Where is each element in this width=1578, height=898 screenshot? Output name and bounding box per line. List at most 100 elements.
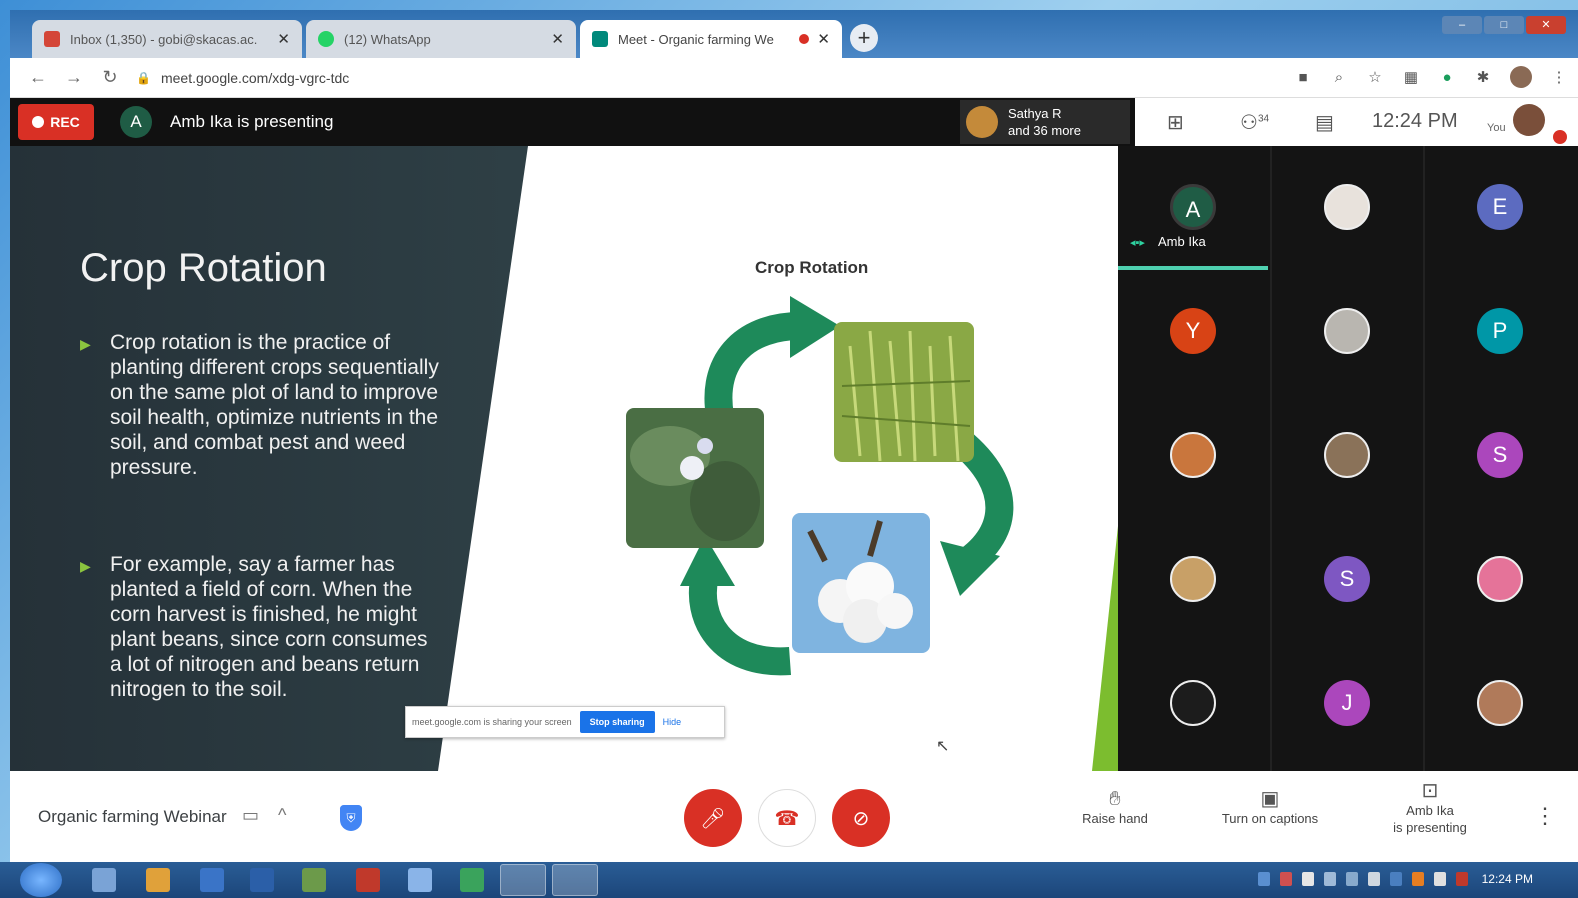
word-icon[interactable] (250, 868, 274, 892)
participant-tile[interactable] (1272, 146, 1422, 270)
minimize-button[interactable]: – (1442, 16, 1482, 34)
chat-icon[interactable]: ▤ (1315, 110, 1334, 135)
leave-call-button[interactable]: ☎︎ (758, 789, 816, 847)
participant-avatar: Y (1170, 308, 1216, 354)
bullet-arrow-icon: ▶ (80, 336, 91, 352)
app-icon[interactable] (356, 868, 380, 892)
meet-top-bar: REC A Amb Ika is presenting Sathya R and… (10, 98, 1135, 146)
vpn-icon[interactable]: ● (1438, 69, 1456, 86)
participant-tile[interactable] (1425, 642, 1575, 766)
star-icon[interactable]: ☆ (1366, 68, 1384, 86)
profile-avatar[interactable] (1510, 66, 1532, 88)
rice-crop-image (834, 322, 974, 462)
volume-icon[interactable] (1324, 872, 1336, 886)
bullet-text: Crop rotation is the practice of plantin… (110, 331, 439, 479)
zoom-icon[interactable]: ⌕ (1330, 69, 1348, 86)
tray-icon[interactable] (1390, 872, 1402, 886)
menu-icon[interactable]: ⋮ (1550, 68, 1568, 86)
raise-hand-button[interactable]: ✋︎ Raise hand (1070, 788, 1160, 827)
participant-tile[interactable] (1272, 394, 1422, 518)
present-screen-icon: ⊡ (1421, 780, 1439, 802)
security-shield-icon[interactable]: ⛨ (340, 805, 362, 831)
app-icon[interactable] (408, 868, 432, 892)
participant-tile[interactable]: E (1425, 146, 1575, 270)
close-window-button[interactable]: ✕ (1526, 16, 1566, 34)
participant-avatar (1477, 680, 1523, 726)
participant-avatar (1170, 432, 1216, 478)
other-participants-chip[interactable]: Sathya R and 36 more (960, 100, 1130, 144)
puzzle-icon[interactable]: ✱ (1474, 68, 1492, 86)
camera-icon[interactable]: ■ (1294, 69, 1312, 86)
notification-badge (1553, 130, 1567, 144)
hide-button[interactable]: Hide (663, 717, 682, 727)
bullet-text: For example, say a farmer has planted a … (110, 553, 428, 701)
address-bar[interactable]: 🔒 meet.google.com/xdg-vgrc-tdc (136, 70, 349, 86)
participant-tile[interactable] (1272, 270, 1422, 394)
close-icon[interactable]: ✕ (551, 30, 564, 48)
camera-off-button[interactable]: ⊘ (832, 789, 890, 847)
tray-icon[interactable] (1456, 872, 1468, 886)
presenting-button[interactable]: ⊡ Amb Ika is presenting (1380, 780, 1480, 836)
new-tab-button[interactable]: + (850, 24, 878, 52)
reload-icon[interactable]: ↻ (92, 67, 128, 88)
participant-tile[interactable]: S (1272, 518, 1422, 642)
participant-tile[interactable] (1118, 642, 1268, 766)
participant-tile[interactable] (1118, 394, 1268, 518)
chat-bubble-icon[interactable]: ▭ (242, 805, 259, 826)
extension-grid-icon[interactable]: ▦ (1402, 68, 1420, 86)
tab-label: (12) WhatsApp (344, 31, 431, 47)
captions-icon: ▣ (1260, 788, 1280, 810)
flag-icon[interactable] (1434, 872, 1446, 886)
close-icon[interactable]: ✕ (817, 30, 830, 48)
stop-sharing-button[interactable]: Stop sharing (579, 711, 655, 733)
bluetooth-icon[interactable] (1368, 872, 1380, 886)
people-count: 34 (1257, 113, 1270, 125)
tray-icon[interactable] (1412, 872, 1424, 886)
network-icon[interactable] (1346, 872, 1358, 886)
participant-avatar: A (1170, 184, 1216, 230)
meeting-title[interactable]: Organic farming Webinar (38, 807, 227, 827)
ie-icon[interactable] (200, 868, 224, 892)
meet-icon (592, 31, 608, 47)
participant-tile[interactable]: S (1425, 394, 1575, 518)
participant-tile[interactable]: J (1272, 642, 1422, 766)
participant-tile[interactable]: Y (1118, 270, 1268, 394)
chevron-up-icon[interactable]: ^ (278, 805, 286, 826)
participant-tile[interactable]: A ◂▪▸ Amb Ika (1118, 146, 1268, 270)
recording-dot-icon (799, 34, 810, 44)
tab-whatsapp[interactable]: (12) WhatsApp ✕ (306, 20, 576, 58)
app-icon[interactable] (302, 868, 326, 892)
hand-icon: ✋︎ (1109, 788, 1121, 810)
participant-avatar: S (1324, 556, 1370, 602)
tray-icon[interactable] (1280, 872, 1292, 886)
mic-off-button[interactable]: 🎤︎ (684, 789, 742, 847)
chrome-taskbar-button[interactable] (500, 864, 546, 896)
tab-gmail[interactable]: Inbox (1,350) - gobi@skacas.ac. ✕ (32, 20, 302, 58)
forward-icon[interactable]: → (56, 67, 92, 88)
participant-avatar: J (1324, 680, 1370, 726)
participant-tile[interactable] (1425, 518, 1575, 642)
folder-taskbar-button[interactable] (552, 864, 598, 896)
people-icon[interactable]: ⚇34 (1240, 110, 1269, 135)
lock-icon: 🔒 (136, 70, 151, 85)
tray-icon[interactable] (1258, 872, 1270, 886)
back-icon[interactable]: ← (20, 67, 56, 88)
start-button[interactable] (20, 863, 62, 897)
more-options-icon[interactable]: ⋮ (1534, 803, 1556, 829)
close-icon[interactable]: ✕ (277, 30, 290, 48)
participant-tile[interactable] (1118, 518, 1268, 642)
tab-meet[interactable]: Meet - Organic farming We ✕ (580, 20, 842, 58)
captions-button[interactable]: ▣ Turn on captions (1210, 788, 1330, 827)
presenting-label: Amb Ika (1406, 803, 1454, 818)
layout-icon[interactable]: ⊞ (1167, 110, 1184, 135)
participant-tile[interactable]: P (1425, 270, 1575, 394)
self-avatar[interactable] (1513, 104, 1545, 136)
participant-avatar: P (1477, 308, 1523, 354)
app-icon[interactable] (460, 868, 484, 892)
desktop-icon[interactable] (92, 868, 116, 892)
maximize-button[interactable]: □ (1484, 16, 1524, 34)
screen-share-notification: meet.google.com is sharing your screen S… (405, 706, 725, 738)
participant-avatar (966, 106, 998, 138)
tray-icon[interactable] (1302, 872, 1314, 886)
explorer-icon[interactable] (146, 868, 170, 892)
